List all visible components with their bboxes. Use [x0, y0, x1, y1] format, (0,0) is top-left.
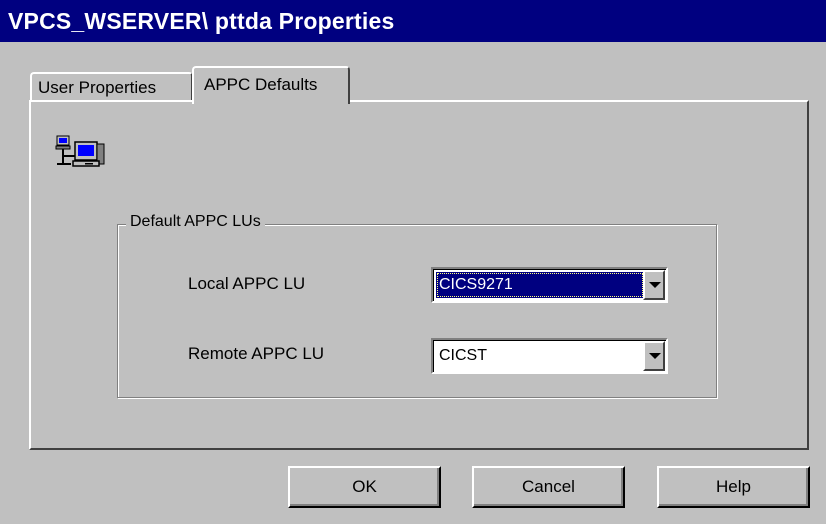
chevron-down-icon[interactable]	[643, 341, 665, 371]
cancel-button[interactable]: Cancel	[472, 466, 625, 508]
local-appc-lu-label: Local APPC LU	[188, 274, 306, 293]
local-appc-lu-value[interactable]: CICS9271	[436, 272, 644, 298]
ok-button[interactable]: OK	[288, 466, 441, 508]
help-button[interactable]: Help	[657, 466, 810, 508]
local-appc-lu-combobox[interactable]: CICS9271	[431, 267, 668, 303]
tab-user-properties[interactable]: User Properties	[30, 72, 193, 102]
window-title: VPCS_WSERVER\ pttda Properties	[0, 0, 826, 42]
remote-appc-lu-label: Remote APPC LU	[188, 344, 325, 363]
chevron-down-icon[interactable]	[643, 270, 665, 300]
remote-appc-lu-value[interactable]: CICST	[436, 343, 644, 369]
remote-appc-lu-combobox[interactable]: CICST	[431, 338, 668, 374]
active-tab-joint	[194, 100, 348, 104]
group-legend: Default APPC LUs	[126, 213, 265, 231]
tab-appc-defaults[interactable]: APPC Defaults	[192, 66, 350, 104]
network-computer-icon	[55, 135, 105, 167]
